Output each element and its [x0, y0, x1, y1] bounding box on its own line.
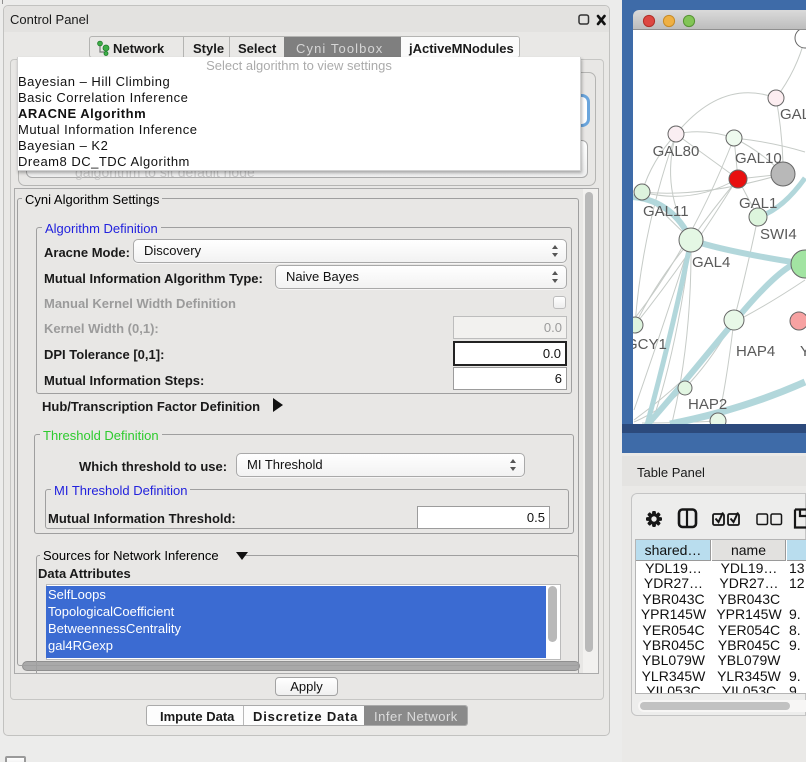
svg-text:HAP2: HAP2: [688, 396, 727, 413]
svg-text:GAL80: GAL80: [653, 143, 700, 160]
svg-text:GAL10: GAL10: [735, 150, 782, 167]
svg-text:SWI4: SWI4: [760, 226, 797, 243]
svg-text:Y: Y: [800, 343, 806, 360]
svg-text:HAP4: HAP4: [736, 343, 775, 360]
svg-text:GAL4: GAL4: [692, 254, 730, 271]
svg-text:GAL: GAL: [780, 106, 806, 123]
svg-text:GAL11: GAL11: [643, 203, 689, 220]
svg-text:GAL1: GAL1: [739, 195, 777, 212]
svg-text:GCY1: GCY1: [633, 336, 667, 353]
